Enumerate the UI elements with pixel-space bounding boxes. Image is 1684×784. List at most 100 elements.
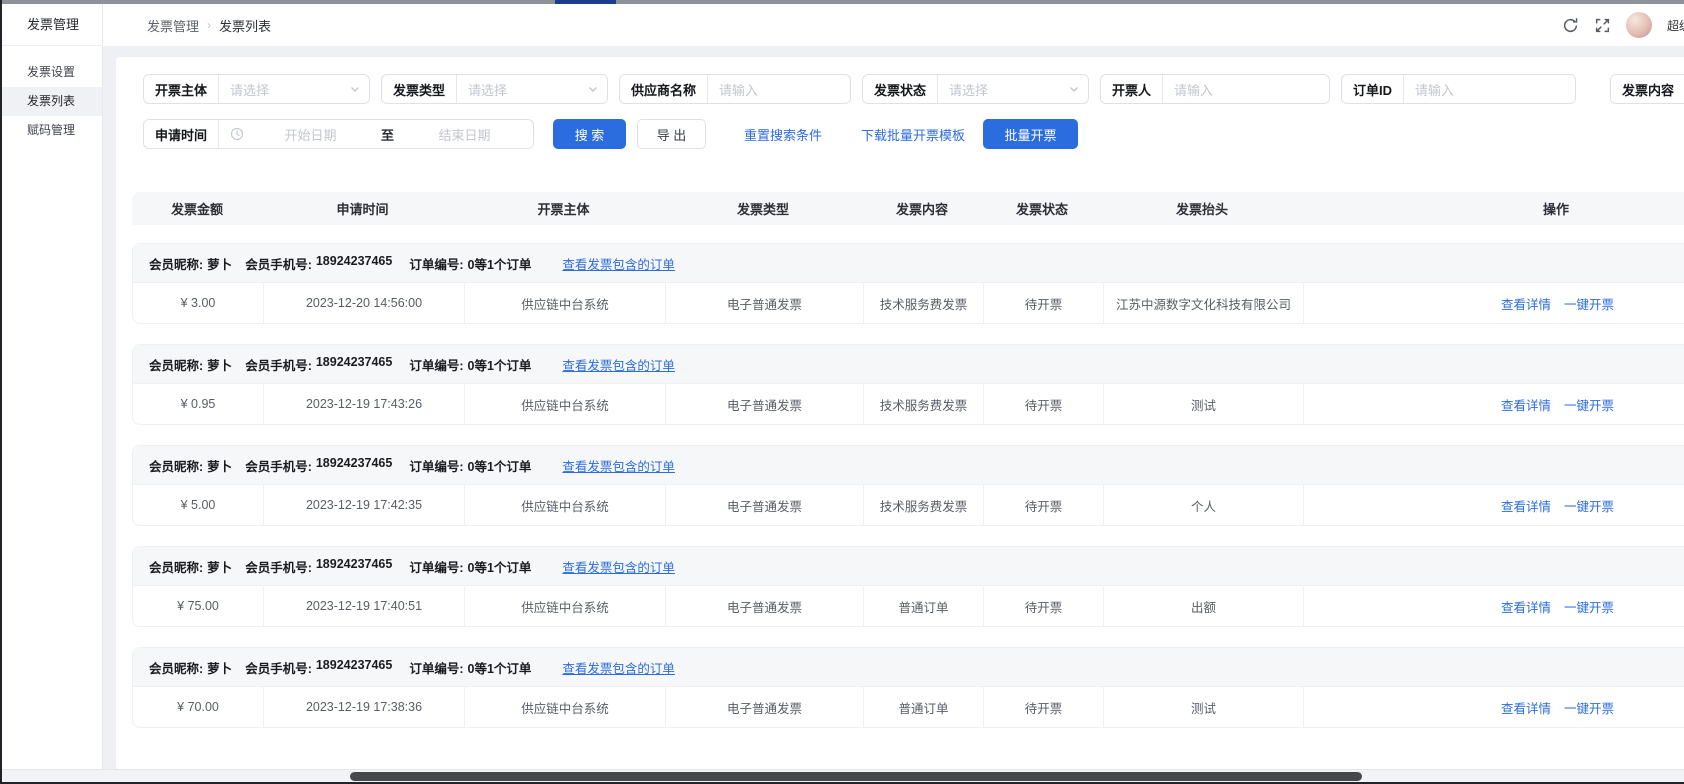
group-member-header: 会员昵称:萝卜 会员手机号:18924237465 订单编号:0等1个订单 查看… bbox=[133, 547, 1684, 585]
order-no-value: 0等1个订单 bbox=[468, 456, 532, 475]
filter-invoice-type: 发票类型 请选择 bbox=[381, 74, 608, 104]
topbar-actions: 超级管理员 bbox=[1562, 4, 1684, 46]
one-click-invoice-link[interactable]: 一键开票 bbox=[1564, 698, 1614, 717]
cell-actions: 查看详情 一键开票 bbox=[1303, 485, 1684, 525]
filter-supplier-name-label: 供应商名称 bbox=[620, 75, 708, 103]
col-amount: 发票金额 bbox=[132, 192, 262, 225]
cell-content: 技术服务费发票 bbox=[863, 485, 983, 525]
topbar: 发票管理 › 发票列表 超级管理员 bbox=[103, 4, 1684, 46]
avatar[interactable] bbox=[1626, 12, 1652, 38]
filter-invoice-content-label: 发票内容 bbox=[1611, 75, 1684, 103]
sidebar-title: 发票管理 bbox=[2, 4, 102, 46]
filter-invoice-type-placeholder: 请选择 bbox=[468, 80, 581, 99]
view-included-orders-link[interactable]: 查看发票包含的订单 bbox=[562, 355, 675, 374]
one-click-invoice-link[interactable]: 一键开票 bbox=[1564, 496, 1614, 515]
filter-supplier-name-placeholder: 请输入 bbox=[719, 80, 842, 99]
filter-invoice-type-label: 发票类型 bbox=[382, 75, 457, 103]
phone-value: 18924237465 bbox=[316, 456, 392, 475]
cell-amount: ¥ 75.00 bbox=[133, 586, 263, 626]
view-included-orders-link[interactable]: 查看发票包含的订单 bbox=[562, 658, 675, 677]
view-included-orders-link[interactable]: 查看发票包含的订单 bbox=[562, 557, 675, 576]
phone-label: 会员手机号: bbox=[245, 658, 312, 677]
view-included-orders-link[interactable]: 查看发票包含的订单 bbox=[562, 456, 675, 475]
date-range-picker[interactable]: 开始日期 至 结束日期 bbox=[219, 120, 533, 148]
one-click-invoice-link[interactable]: 一键开票 bbox=[1564, 395, 1614, 414]
filter-invoice-content: 发票内容 请选择 bbox=[1610, 74, 1684, 104]
cell-actions: 查看详情 一键开票 bbox=[1303, 283, 1684, 323]
nickname-value: 萝卜 bbox=[207, 254, 232, 273]
cell-subject: 供应链中台系统 bbox=[464, 687, 665, 727]
invoice-group: 会员昵称:萝卜 会员手机号:18924237465 订单编号:0等1个订单 查看… bbox=[132, 344, 1684, 425]
refresh-icon[interactable] bbox=[1562, 17, 1579, 34]
filter-invoice-status-placeholder: 请选择 bbox=[949, 80, 1062, 99]
filter-issuer-placeholder: 请输入 bbox=[1174, 80, 1321, 99]
filter-apply-time-label: 申请时间 bbox=[144, 120, 219, 148]
cell-content: 技术服务费发票 bbox=[863, 384, 983, 424]
col-title: 发票抬头 bbox=[1102, 192, 1302, 225]
sidebar-item-invoice-list[interactable]: 发票列表 bbox=[2, 87, 102, 116]
phone-value: 18924237465 bbox=[316, 658, 392, 677]
view-included-orders-link[interactable]: 查看发票包含的订单 bbox=[562, 254, 675, 273]
view-detail-link[interactable]: 查看详情 bbox=[1501, 698, 1551, 717]
order-no-label: 订单编号: bbox=[409, 557, 463, 576]
nickname-value: 萝卜 bbox=[207, 355, 232, 374]
cell-amount: ¥ 5.00 bbox=[133, 485, 263, 525]
view-detail-link[interactable]: 查看详情 bbox=[1501, 597, 1551, 616]
phone-label: 会员手机号: bbox=[245, 557, 312, 576]
order-no-value: 0等1个订单 bbox=[468, 557, 532, 576]
horizontal-scrollbar[interactable] bbox=[2, 769, 1684, 782]
table-row: ¥ 0.95 2023-12-19 17:43:26 供应链中台系统 电子普通发… bbox=[133, 383, 1684, 424]
cell-status: 待开票 bbox=[983, 687, 1103, 727]
fullscreen-icon[interactable] bbox=[1594, 17, 1611, 34]
cell-type: 电子普通发票 bbox=[665, 283, 863, 323]
phone-label: 会员手机号: bbox=[245, 254, 312, 273]
filter-order-id-input[interactable]: 请输入 bbox=[1404, 75, 1575, 103]
one-click-invoice-link[interactable]: 一键开票 bbox=[1564, 597, 1614, 616]
filter-issuer-label: 开票人 bbox=[1101, 75, 1163, 103]
export-button[interactable]: 导 出 bbox=[637, 119, 706, 149]
breadcrumb-invoice-management[interactable]: 发票管理 bbox=[147, 16, 199, 35]
order-no-label: 订单编号: bbox=[409, 254, 463, 273]
nickname-value: 萝卜 bbox=[207, 658, 232, 677]
sidebar-item-code-management[interactable]: 赋码管理 bbox=[2, 116, 102, 145]
phone-label: 会员手机号: bbox=[245, 355, 312, 374]
view-detail-link[interactable]: 查看详情 bbox=[1501, 294, 1551, 313]
one-click-invoice-link[interactable]: 一键开票 bbox=[1564, 294, 1614, 313]
reset-search-link[interactable]: 重置搜索条件 bbox=[744, 119, 822, 149]
batch-invoice-button[interactable]: 批量开票 bbox=[983, 119, 1078, 149]
sidebar-item-invoice-settings[interactable]: 发票设置 bbox=[2, 58, 102, 87]
filter-invoice-status-select[interactable]: 请选择 bbox=[938, 75, 1088, 103]
cell-actions: 查看详情 一键开票 bbox=[1303, 384, 1684, 424]
col-type: 发票类型 bbox=[664, 192, 862, 225]
order-no-label: 订单编号: bbox=[409, 456, 463, 475]
cell-title: 测试 bbox=[1103, 384, 1303, 424]
order-no-value: 0等1个订单 bbox=[468, 658, 532, 677]
filter-invoice-subject-select[interactable]: 请选择 bbox=[219, 75, 369, 103]
cell-status: 待开票 bbox=[983, 384, 1103, 424]
phone-label: 会员手机号: bbox=[245, 456, 312, 475]
cell-title: 江苏中源数字文化科技有限公司 bbox=[1103, 283, 1303, 323]
download-batch-template-link[interactable]: 下载批量开票模板 bbox=[861, 119, 965, 149]
filter-invoice-type-select[interactable]: 请选择 bbox=[457, 75, 607, 103]
horizontal-scrollbar-thumb[interactable] bbox=[350, 772, 1362, 781]
col-content: 发票内容 bbox=[862, 192, 982, 225]
cell-content: 普通订单 bbox=[863, 687, 983, 727]
filter-supplier-name-input[interactable]: 请输入 bbox=[708, 75, 850, 103]
nickname-value: 萝卜 bbox=[207, 456, 232, 475]
filter-issuer-input[interactable]: 请输入 bbox=[1163, 75, 1329, 103]
filter-invoice-subject-placeholder: 请选择 bbox=[230, 80, 343, 99]
cell-actions: 查看详情 一键开票 bbox=[1303, 586, 1684, 626]
nickname-label: 会员昵称: bbox=[149, 355, 203, 374]
view-detail-link[interactable]: 查看详情 bbox=[1501, 395, 1551, 414]
cell-type: 电子普通发票 bbox=[665, 687, 863, 727]
search-button[interactable]: 搜 索 bbox=[553, 119, 626, 149]
cell-amount: ¥ 70.00 bbox=[133, 687, 263, 727]
view-detail-link[interactable]: 查看详情 bbox=[1501, 496, 1551, 515]
group-member-header: 会员昵称:萝卜 会员手机号:18924237465 订单编号:0等1个订单 查看… bbox=[133, 446, 1684, 484]
cell-apply-time: 2023-12-19 17:43:26 bbox=[263, 384, 464, 424]
filter-invoice-subject: 开票主体 请选择 bbox=[143, 74, 370, 104]
cell-subject: 供应链中台系统 bbox=[464, 384, 665, 424]
chevron-down-icon bbox=[349, 83, 361, 95]
filter-order-id-placeholder: 请输入 bbox=[1415, 80, 1567, 99]
breadcrumb: 发票管理 › 发票列表 bbox=[147, 4, 271, 46]
